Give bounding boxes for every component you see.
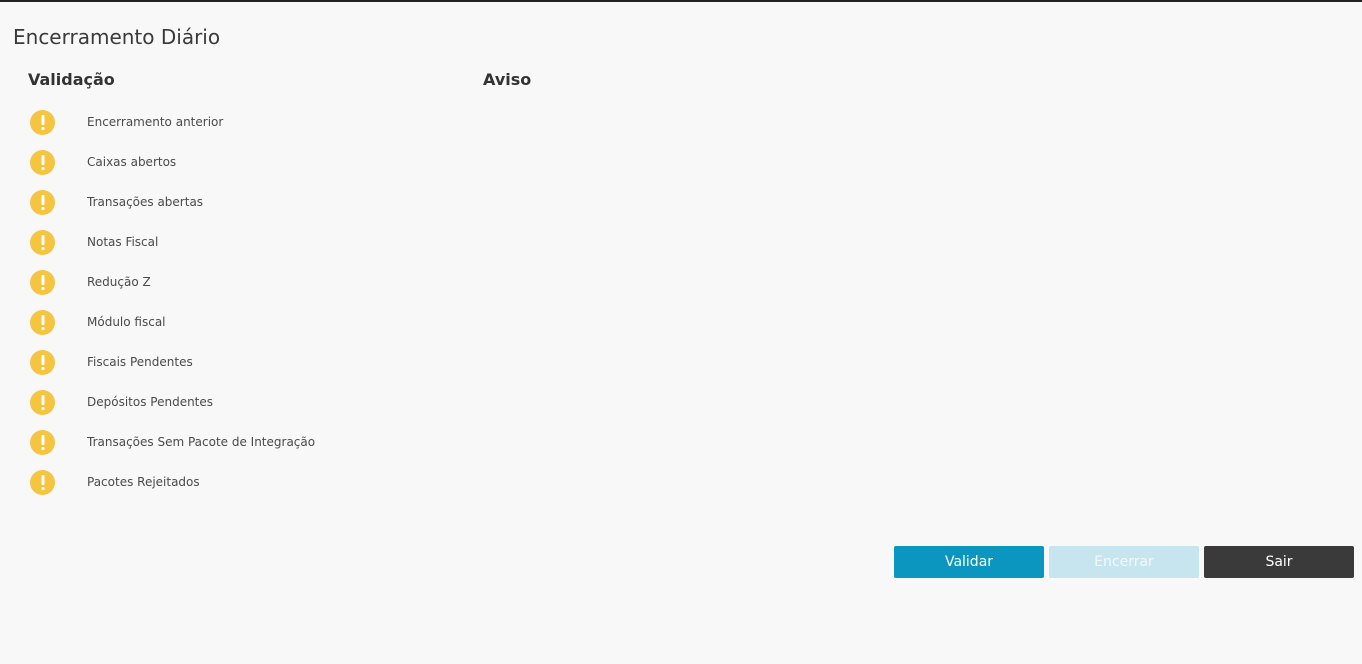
warning-icon <box>30 469 55 495</box>
validation-item: Redução Z <box>30 268 151 308</box>
validation-column-header: Validação <box>28 70 115 89</box>
warning-icon <box>30 309 55 335</box>
validation-item-label: Fiscais Pendentes <box>87 355 193 369</box>
warning-column-header: Aviso <box>483 70 532 89</box>
warning-icon <box>30 389 55 415</box>
validation-item-label: Encerramento anterior <box>87 115 224 129</box>
validate-button[interactable]: Validar <box>894 546 1044 578</box>
top-border <box>0 0 1362 2</box>
validation-item-label: Redução Z <box>87 275 151 289</box>
warning-icon <box>30 189 55 215</box>
validation-list: Encerramento anterior Caixas abertos Tra… <box>30 108 315 508</box>
validation-item: Depósitos Pendentes <box>30 388 213 428</box>
warning-icon <box>30 429 55 455</box>
validation-item: Notas Fiscal <box>30 228 158 268</box>
page-title: Encerramento Diário <box>13 25 221 49</box>
validation-item: Encerramento anterior <box>30 108 223 148</box>
validation-item-label: Depósitos Pendentes <box>87 395 214 409</box>
validation-item-label: Transações Sem Pacote de Integração <box>87 435 316 449</box>
exit-button[interactable]: Sair <box>1204 546 1354 578</box>
validation-item: Caixas abertos <box>30 148 176 188</box>
validation-item: Pacotes Rejeitados <box>30 468 200 508</box>
validation-item: Fiscais Pendentes <box>30 348 193 388</box>
validation-item: Transações abertas <box>30 188 203 228</box>
warning-icon <box>30 109 55 135</box>
validation-item-label: Caixas abertos <box>87 155 177 169</box>
warning-icon <box>30 149 55 175</box>
close-day-button: Encerrar <box>1049 546 1199 578</box>
validation-item-label: Notas Fiscal <box>87 235 159 249</box>
validation-item-label: Pacotes Rejeitados <box>87 475 200 489</box>
validation-item: Módulo fiscal <box>30 308 166 348</box>
warning-icon <box>30 349 55 375</box>
validation-item-label: Módulo fiscal <box>87 315 166 329</box>
warning-icon <box>30 229 55 255</box>
validation-item-label: Transações abertas <box>87 195 204 209</box>
warning-icon <box>30 269 55 295</box>
validation-item: Transações Sem Pacote de Integração <box>30 428 315 468</box>
